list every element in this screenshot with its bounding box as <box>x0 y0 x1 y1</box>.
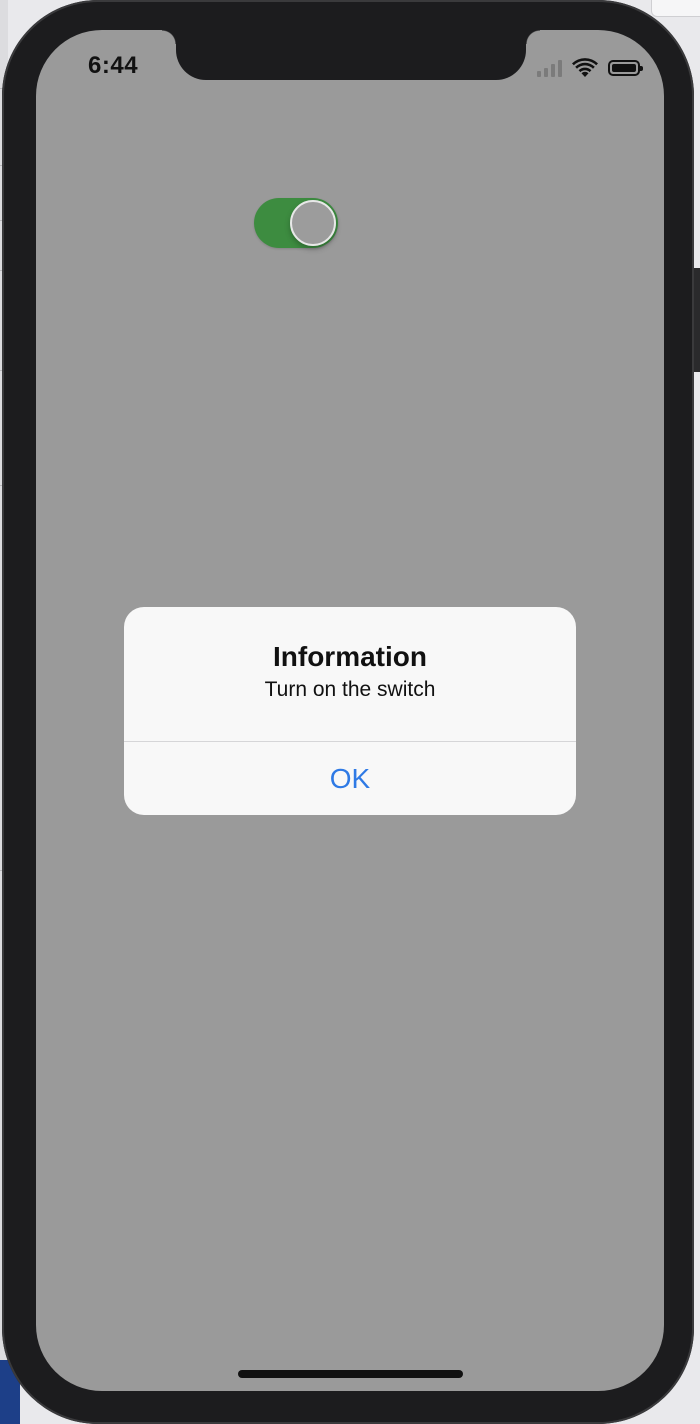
status-bar-icons <box>537 56 643 80</box>
cellular-signal-icon <box>537 59 562 77</box>
simulator-device-frame: 6:44 Information Turn on the switch OK <box>2 0 694 1424</box>
wifi-icon <box>572 58 598 77</box>
alert-content: Information Turn on the switch <box>124 607 576 741</box>
alert-message: Turn on the switch <box>264 678 436 701</box>
alert-dialog: Information Turn on the switch OK <box>124 607 576 815</box>
device-notch <box>162 30 540 80</box>
battery-icon <box>608 60 643 76</box>
status-bar-time: 6:44 <box>88 52 139 79</box>
desktop-window-corner <box>651 0 700 17</box>
alert-title: Information <box>273 641 427 672</box>
home-indicator[interactable] <box>238 1370 463 1378</box>
toggle-switch-knob[interactable] <box>290 200 336 246</box>
ok-button[interactable]: OK <box>124 742 576 815</box>
device-screen: 6:44 Information Turn on the switch OK <box>36 30 664 1391</box>
toggle-switch[interactable] <box>254 198 338 248</box>
